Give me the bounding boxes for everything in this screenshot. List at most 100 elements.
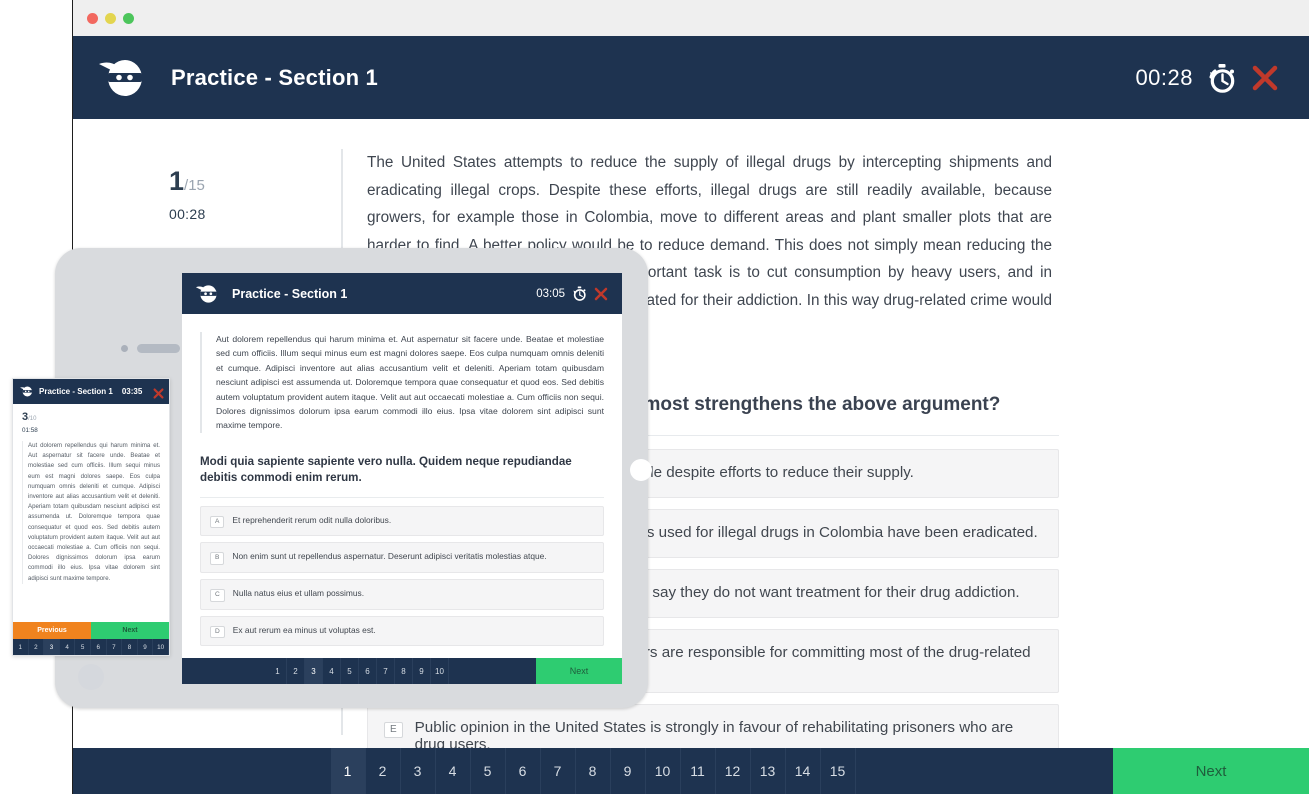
tablet-screen: Practice - Section 1 03:05 Aut dolorem r…	[182, 273, 622, 684]
tablet-footer-spacer-right	[449, 658, 536, 684]
close-x-icon[interactable]	[153, 386, 164, 399]
tablet-answer-options-list: A Et reprehenderit rerum odit nulla dolo…	[200, 505, 604, 647]
phone-nav-question-6[interactable]: 6	[91, 639, 107, 655]
phone-nav-question-4[interactable]: 4	[60, 639, 76, 655]
phone-question-counter: 3/10	[22, 412, 160, 423]
tablet-answer-option[interactable]: C Nulla natus eius et ullam possimus.	[200, 579, 604, 610]
footer-spacer-right	[856, 748, 1114, 794]
question-number: 1	[169, 166, 185, 196]
window-close-button[interactable]	[87, 12, 98, 24]
nav-question-8[interactable]: 8	[576, 748, 611, 794]
tablet-answer-option[interactable]: A Et reprehenderit rerum odit nulla dolo…	[200, 505, 604, 537]
next-button[interactable]: Next	[1113, 748, 1309, 794]
nav-question-7[interactable]: 7	[541, 748, 576, 794]
footer-navigation: 1 2 3 4 5 6 7 8 9 10 11 12 13 14 15 Next	[73, 748, 1309, 794]
browser-titlebar	[73, 0, 1309, 36]
answer-label: C	[210, 589, 225, 602]
phone-nav-question-5[interactable]: 5	[75, 639, 91, 655]
header-right-group: 00:28	[1135, 63, 1279, 93]
question-counter: 1/15	[169, 168, 341, 195]
tablet-app-title: Practice - Section 1	[232, 286, 348, 301]
phone-nav-question-10[interactable]: 10	[153, 639, 169, 655]
tablet-nav-question-2[interactable]: 2	[287, 658, 305, 684]
phone-nav-question-7[interactable]: 7	[107, 639, 123, 655]
stopwatch-icon[interactable]	[572, 286, 587, 301]
phone-home-button[interactable]	[78, 664, 104, 690]
phone-elapsed-time: 01:58	[22, 427, 38, 434]
tablet-nav-question-3[interactable]: 3	[305, 658, 323, 684]
question-total: /15	[184, 177, 205, 194]
app-title: Practice - Section 1	[171, 64, 378, 90]
nav-question-9[interactable]: 9	[611, 748, 646, 794]
tablet-speaker-icon	[137, 344, 180, 353]
nav-question-10[interactable]: 10	[646, 748, 681, 794]
nav-question-5[interactable]: 5	[471, 748, 506, 794]
answer-text: Nulla natus eius et ullam possimus.	[232, 588, 365, 599]
tablet-answer-option[interactable]: B Non enim sunt ut repellendus aspernatu…	[200, 542, 604, 574]
tablet-footer-spacer-left	[182, 658, 269, 684]
phone-question-number-nav: 1 2 3 4 5 6 7 8 9 10	[13, 639, 169, 655]
nav-question-1[interactable]: 1	[330, 748, 366, 794]
question-elapsed-time: 00:28	[169, 206, 206, 222]
nav-question-4[interactable]: 4	[436, 748, 471, 794]
screenshot-root: Practice - Section 1 00:28 1/15 00:28 Th…	[0, 0, 1309, 794]
tablet-header-right: 03:05	[536, 286, 608, 301]
question-number-nav: 1 2 3 4 5 6 7 8 9 10 11 12 13 14 15	[330, 748, 856, 794]
app-header: Practice - Section 1 00:28	[73, 36, 1309, 119]
nav-question-12[interactable]: 12	[716, 748, 751, 794]
phone-nav-buttons: Previous Next	[13, 622, 169, 639]
nav-question-3[interactable]: 3	[401, 748, 436, 794]
tablet-next-button[interactable]: Next	[536, 658, 622, 684]
ninja-logo-icon	[95, 51, 149, 105]
phone-nav-question-2[interactable]: 2	[29, 639, 45, 655]
tablet-nav-question-6[interactable]: 6	[359, 658, 377, 684]
tablet-nav-question-1[interactable]: 1	[269, 658, 287, 684]
window-maximize-button[interactable]	[123, 12, 134, 24]
nav-question-14[interactable]: 14	[786, 748, 821, 794]
tablet-nav-question-5[interactable]: 5	[341, 658, 359, 684]
phone-question-body: 3/10 01:58 Aut dolorem repellendus qui h…	[13, 404, 169, 584]
tablet-nav-question-9[interactable]: 9	[413, 658, 431, 684]
tablet-answer-option[interactable]: D Ex aut rerum ea minus ut voluptas est.	[200, 615, 604, 647]
phone-passage-text: Aut dolorem repellendus qui harum minima…	[22, 441, 160, 584]
answer-label: E	[384, 721, 403, 738]
nav-question-2[interactable]: 2	[366, 748, 401, 794]
nav-question-15[interactable]: 15	[821, 748, 856, 794]
tablet-nav-question-8[interactable]: 8	[395, 658, 413, 684]
nav-question-6[interactable]: 6	[506, 748, 541, 794]
phone-nav-question-8[interactable]: 8	[122, 639, 138, 655]
phone-timer: 03:35	[121, 387, 143, 396]
phone-app-title: Practice - Section 1	[39, 387, 113, 396]
answer-label: D	[210, 625, 225, 639]
header-timer: 00:28	[1135, 64, 1193, 90]
window-minimize-button[interactable]	[105, 12, 116, 24]
tablet-footer-navigation: 1 2 3 4 5 6 7 8 9 10 Next	[182, 658, 622, 684]
phone-nav-question-3[interactable]: 3	[44, 639, 60, 655]
phone-question-total: /10	[28, 416, 37, 422]
footer-spacer-left	[73, 748, 331, 794]
phone-nav-question-9[interactable]: 9	[138, 639, 154, 655]
answer-text: Non enim sunt ut repellendus aspernatur.…	[232, 551, 547, 562]
nav-question-13[interactable]: 13	[751, 748, 786, 794]
answer-text: Et reprehenderit rerum odit nulla dolori…	[232, 514, 392, 525]
answer-text: Ex aut rerum ea minus ut voluptas est.	[232, 624, 376, 635]
tablet-home-button[interactable]	[630, 459, 652, 481]
tablet-question-stem: Modi quia sapiente sapiente vero nulla. …	[200, 454, 604, 498]
phone-app-header: Practice - Section 1 03:35	[13, 379, 169, 404]
tablet-nav-question-10[interactable]: 10	[431, 658, 449, 684]
tablet-passage-text: Aut dolorem repellendus qui harum minima…	[200, 332, 604, 433]
phone-nav-question-1[interactable]: 1	[13, 639, 29, 655]
phone-next-button[interactable]: Next	[91, 622, 169, 639]
tablet-nav-question-4[interactable]: 4	[323, 658, 341, 684]
ninja-logo-icon	[19, 384, 34, 399]
stopwatch-icon[interactable]	[1207, 63, 1237, 93]
close-x-icon[interactable]	[1251, 64, 1279, 92]
tablet-app-header: Practice - Section 1 03:05	[182, 273, 622, 314]
close-x-icon[interactable]	[594, 287, 608, 301]
tablet-nav-question-7[interactable]: 7	[377, 658, 395, 684]
tablet-timer: 03:05	[536, 287, 565, 300]
phone-device: Practice - Section 1 03:35 3/10 01:58 Au…	[12, 378, 170, 656]
nav-question-11[interactable]: 11	[681, 748, 716, 794]
phone-previous-button[interactable]: Previous	[13, 622, 91, 639]
tablet-camera-icon	[121, 345, 128, 352]
